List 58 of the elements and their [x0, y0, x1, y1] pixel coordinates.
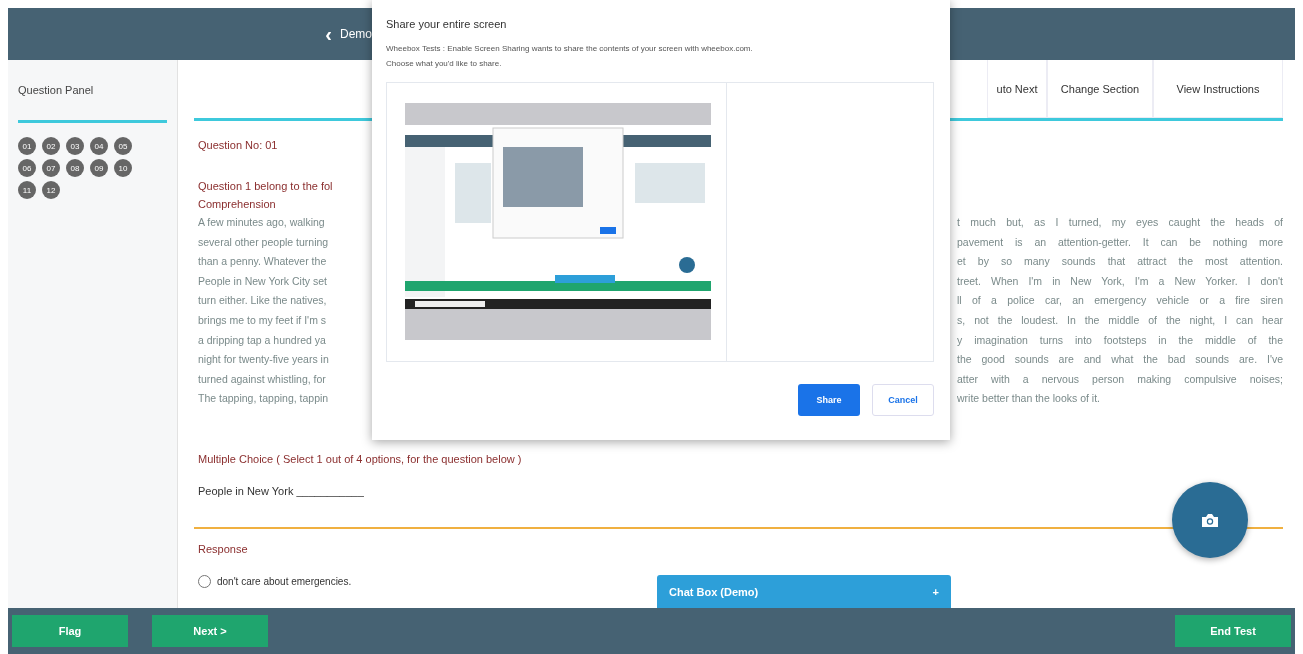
question-prompt: People in New York ___________ [197, 484, 365, 497]
question-number[interactable]: 12 [42, 181, 60, 199]
radio-button[interactable] [198, 574, 211, 588]
passage-text: y imagination turns into footsteps in the middle of the [956, 332, 1283, 348]
passage-text: pavement is an attention-getter. It can be nothing more [956, 234, 1283, 250]
question-number[interactable]: 08 [66, 159, 84, 177]
chat-box-header[interactable]: Chat Box (Demo) + [657, 575, 951, 608]
passage-text: a dripping tap a hundred ya [197, 332, 327, 348]
question-number-label: Question No: 01 [197, 139, 279, 151]
passage-text: turned against whistling, for [197, 371, 327, 387]
question-number[interactable]: 07 [42, 159, 60, 177]
header-title: Demo [340, 27, 372, 41]
passage-text: turn either. Like the natives, [197, 293, 328, 309]
question-number[interactable]: 09 [90, 159, 108, 177]
passage-text: brings me to my feet if I'm s [197, 312, 328, 328]
passage-text: et by so many sounds that attract the most attention. [956, 254, 1283, 270]
dialog-message: Wheebox Tests : Enable Screen Sharing wants to share the contents of your screen with wheebox.com. [386, 44, 754, 53]
passage-text: s, not the loudest. In the middle of the night, I can hear [956, 312, 1283, 328]
footer-button[interactable]: Flag [12, 615, 128, 647]
passage-text: treet. When I'm in New York, I'm a New Yorker. I don't [956, 273, 1283, 289]
footer-button[interactable]: Next > [152, 615, 268, 647]
back-icon[interactable]: ‹ [325, 22, 332, 46]
passage-text: atter with a nervous person making compulsive noises; [956, 371, 1283, 387]
passage-text: ll of a police car, an emergency vehicle or a fire siren [956, 293, 1283, 309]
expand-icon[interactable]: + [932, 585, 939, 598]
question-number[interactable]: 01 [18, 137, 36, 155]
question-number[interactable]: 11 [18, 181, 36, 199]
passage-text: write better than the looks of it. [956, 391, 1101, 407]
question-number[interactable]: 06 [18, 159, 36, 177]
question-number[interactable]: 10 [114, 159, 132, 177]
toolbar-button[interactable]: uto Next [987, 60, 1047, 118]
question-number[interactable]: 05 [114, 137, 132, 155]
option-text: don't care about emergencies. [217, 575, 352, 587]
passage-text: than a penny. Whatever the [197, 254, 328, 270]
toolbar-button[interactable]: View Instructions [1153, 60, 1283, 118]
question-number[interactable]: 02 [42, 137, 60, 155]
question-intro: Comprehension [197, 197, 277, 212]
passage-text: t much but, as I turned, my eyes caught the heads of [956, 215, 1283, 230]
toolbar-button[interactable]: Change Section [1047, 60, 1153, 118]
dialog-button[interactable]: Share [798, 384, 860, 416]
question-number[interactable]: 04 [90, 137, 108, 155]
dialog-hint: Choose what you'd like to share. [386, 59, 503, 68]
question-instruction: Multiple Choice ( Select 1 out of 4 options, for the question below ) [197, 452, 523, 465]
passage-text: several other people turning [197, 234, 330, 250]
question-number[interactable]: 03 [66, 137, 84, 155]
dialog-title: Share your entire screen [386, 18, 508, 30]
passage-text: The tapping, tapping, tappin [197, 391, 330, 407]
camera-icon [1201, 512, 1219, 528]
end-test-button[interactable]: End Test [1175, 615, 1291, 647]
dialog-button[interactable]: Cancel [872, 384, 934, 416]
passage-text: People in New York City set [197, 273, 328, 289]
passage-text: the good sounds are and what the bad sounds are. I've [956, 352, 1283, 368]
panel-title: Question Panel [18, 84, 167, 123]
camera-button[interactable] [1172, 482, 1248, 558]
question-intro: Question 1 belong to the fol [197, 179, 334, 194]
response-title: Response [197, 542, 249, 555]
passage-text: A few minutes ago, walking [197, 215, 326, 230]
passage-text: night for twenty-five years in [197, 352, 330, 368]
